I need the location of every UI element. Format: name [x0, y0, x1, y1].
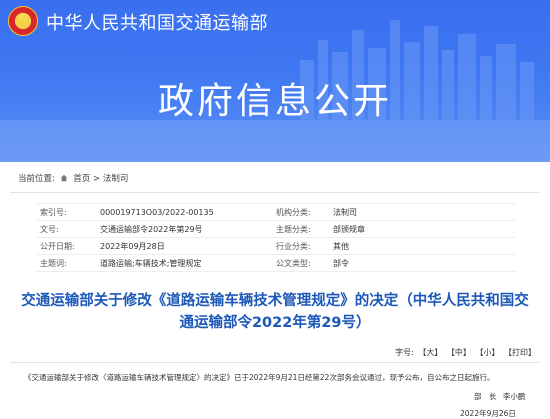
table-row: 文号: 交通运输部令2022年第29号 主题分类: 部颁规章: [36, 220, 516, 238]
print-button[interactable]: 【打印】: [504, 348, 536, 357]
signer-name: 李小鹏: [502, 392, 526, 401]
banner-title: 政府信息公开: [157, 81, 392, 122]
agency-value: 法制司: [331, 203, 516, 221]
ministry-name[interactable]: 中华人民共和国交通运输部: [46, 9, 268, 35]
doc-no-label: 文号:: [36, 220, 86, 238]
national-emblem-icon: [8, 6, 38, 36]
font-size-small-button[interactable]: 【小】: [475, 348, 499, 357]
index-no-value: 000019713O03/2022-00135: [86, 203, 276, 221]
breadcrumb-label: 当前位置:: [18, 174, 55, 184]
breadcrumb: 当前位置: 首页 > 法制司: [0, 170, 550, 188]
divider: [10, 192, 540, 193]
header-banner: 中华人民共和国交通运输部 政府信息公开: [0, 0, 550, 162]
signer-title: 部 长: [474, 392, 497, 401]
doc-type-label: 公文类型:: [276, 254, 331, 272]
date-value: 2022年09月28日: [86, 237, 276, 255]
sign-date: 2022年9月26日: [460, 409, 516, 418]
breadcrumb-separator: >: [93, 174, 101, 184]
doc-no-value: 交通运输部令2022年第29号: [86, 220, 276, 238]
date-label: 公开日期:: [36, 237, 86, 255]
table-row: 主题词: 道路运输;车辆技术;管理规定 公文类型: 部令: [36, 254, 516, 272]
divider: [10, 362, 540, 363]
keywords-label: 主题词:: [36, 254, 86, 272]
signature: 部 长 李小鹏: [470, 391, 525, 402]
topic-label: 主题分类:: [276, 220, 331, 238]
table-row: 索引号: 000019713O03/2022-00135 机构分类: 法制司: [36, 203, 516, 221]
doc-type-value: 部令: [331, 254, 516, 272]
keywords-value: 道路运输;车辆技术;管理规定: [86, 254, 276, 272]
document-info-table: 索引号: 000019713O03/2022-00135 机构分类: 法制司 文…: [36, 203, 516, 272]
industry-label: 行业分类:: [276, 237, 331, 255]
font-size-controls: 字号: 【大】 【中】 【小】 【打印】: [395, 347, 536, 358]
industry-value: 其他: [331, 237, 516, 255]
font-size-label: 字号:: [395, 348, 414, 357]
font-size-medium-button[interactable]: 【中】: [447, 348, 471, 357]
breadcrumb-home-link[interactable]: 首页: [73, 174, 90, 184]
font-size-large-button[interactable]: 【大】: [418, 348, 442, 357]
agency-label: 机构分类:: [276, 203, 331, 221]
table-row: 公开日期: 2022年09月28日 行业分类: 其他: [36, 237, 516, 255]
article-body: 《交通运输部关于修改〈道路运输车辆技术管理规定〉的决定》已于2022年9月21日…: [24, 373, 495, 382]
index-no-label: 索引号:: [36, 203, 86, 221]
breadcrumb-current-link[interactable]: 法制司: [103, 174, 129, 184]
home-icon: [60, 174, 67, 182]
article-title: 交通运输部关于修改《道路运输车辆技术管理规定》的决定（中华人民共和国交通运输部令…: [21, 293, 529, 331]
topic-value: 部颁规章: [331, 220, 516, 238]
